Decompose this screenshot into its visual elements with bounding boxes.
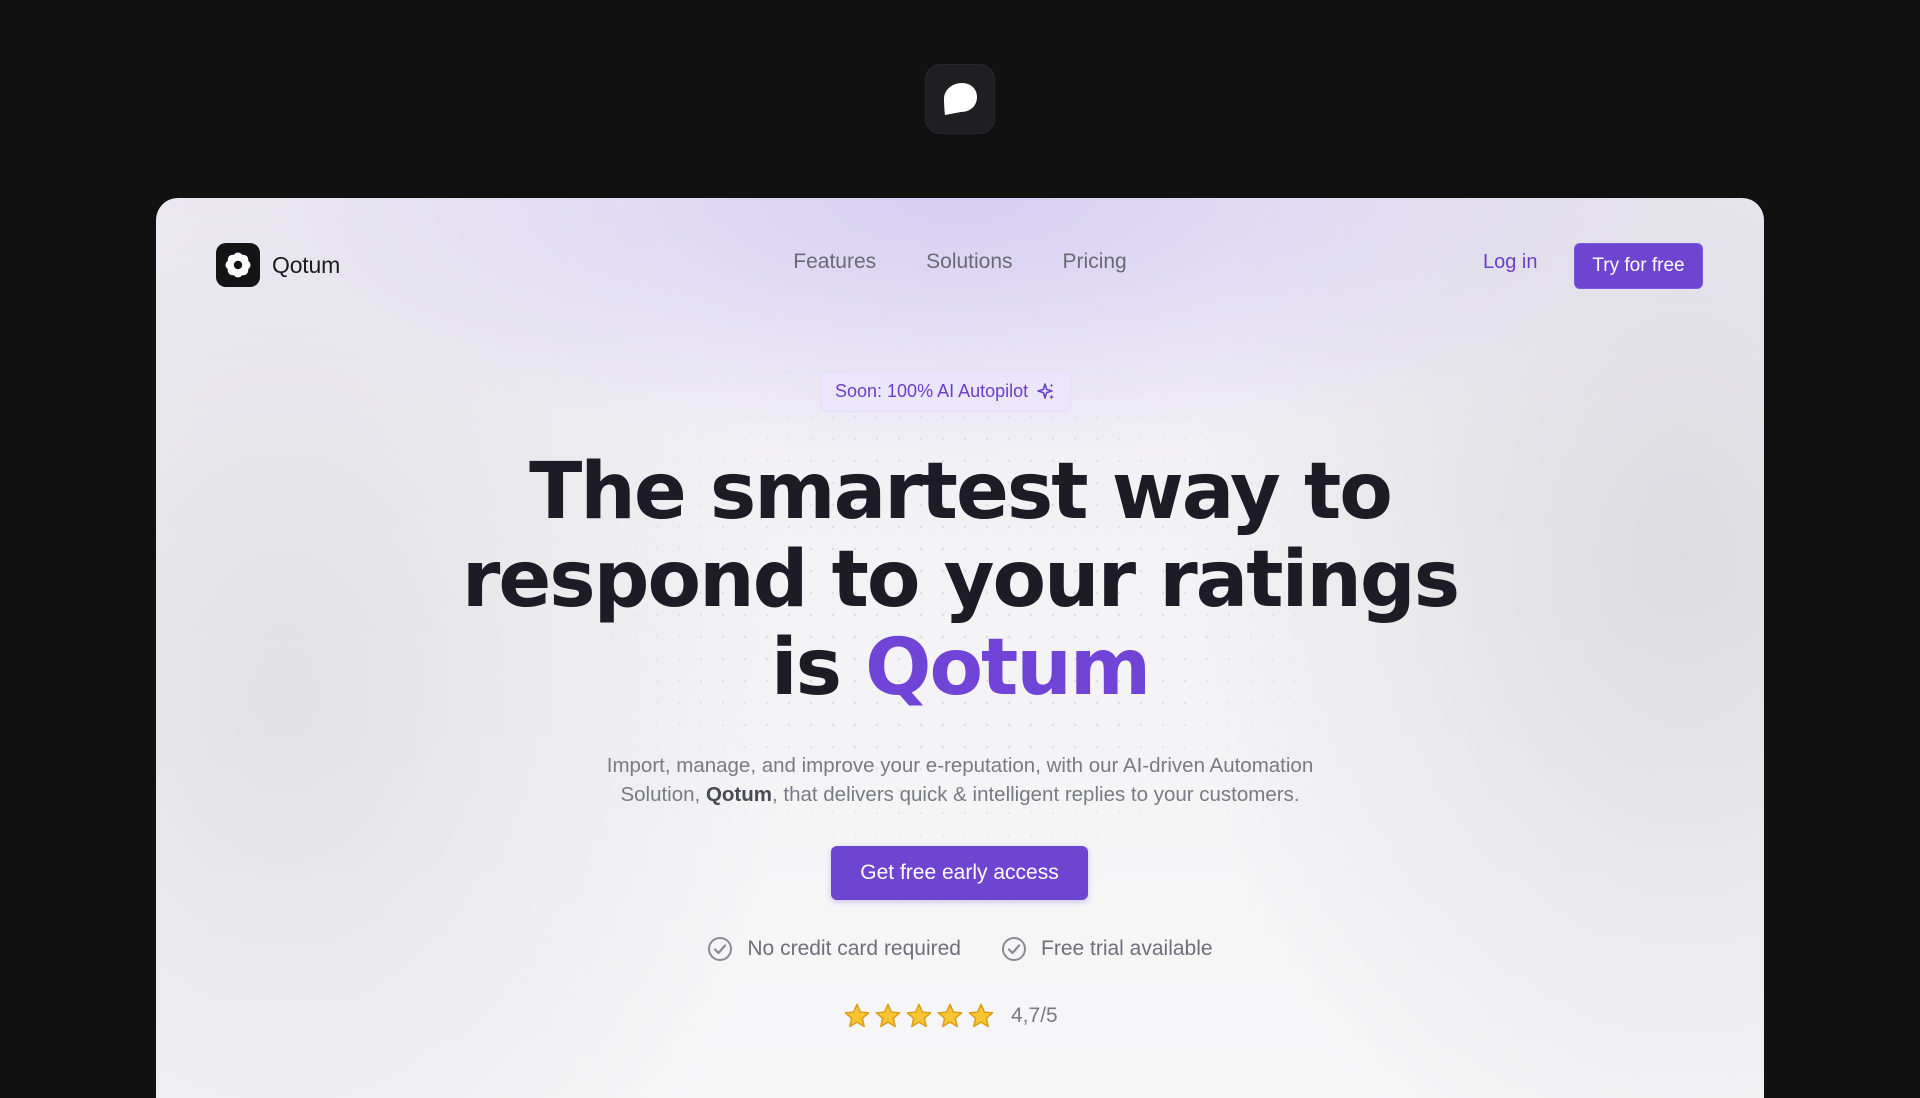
announcement-badge: Soon: 100% AI Autopilot	[820, 371, 1072, 412]
hero-subtitle: Import, manage, and improve your e-reput…	[156, 751, 1764, 809]
try-for-free-button[interactable]: Try for free	[1574, 243, 1703, 289]
login-link[interactable]: Log in	[1483, 251, 1538, 274]
app-logo	[925, 64, 995, 134]
hero-headline: The smartest way to respond to your rati…	[156, 448, 1764, 712]
sparkle-icon	[1037, 382, 1055, 399]
perk-no-credit-card: No credit card required	[707, 936, 961, 962]
subtitle-line-2-end: , that delivers quick & intelligent repl…	[771, 783, 1300, 806]
headline-brand-highlight: Qotum	[865, 623, 1151, 713]
speech-bubble-icon	[944, 83, 977, 115]
headline-line-2: respond to your ratings	[461, 535, 1460, 625]
nav-link-pricing[interactable]: Pricing	[1063, 250, 1127, 274]
perk-free-trial: Free trial available	[1001, 936, 1213, 962]
subtitle-line-1: Import, manage, and improve your e-reput…	[606, 754, 1314, 777]
star-icon	[968, 1003, 994, 1028]
landing-page: Qotum Features Solutions Pricing Log in …	[156, 198, 1764, 1098]
headline-prefix: is	[770, 623, 866, 713]
rating-value: 4,7/5	[1011, 1004, 1058, 1027]
badge-text: Soon: 100% AI Autopilot	[835, 381, 1029, 401]
nav-link-solutions[interactable]: Solutions	[926, 250, 1012, 274]
star-icon	[844, 1003, 870, 1028]
perks-list: No credit card required Free trial avail…	[156, 936, 1764, 962]
star-icon	[937, 1003, 963, 1028]
perk-label: No credit card required	[747, 937, 961, 960]
get-early-access-button[interactable]: Get free early access	[831, 846, 1088, 900]
rating: 4,7/5	[843, 1002, 1058, 1030]
check-circle-icon	[1002, 937, 1026, 961]
check-circle-icon	[708, 937, 733, 961]
subtitle-brand: Qotum	[705, 783, 772, 806]
subtitle-line-2-start: Solution,	[620, 783, 706, 806]
star-rating	[843, 1002, 995, 1030]
nav-link-features[interactable]: Features	[793, 250, 876, 274]
star-icon	[875, 1003, 901, 1028]
star-icon	[906, 1003, 932, 1028]
headline-line-3: is Qotum	[156, 624, 1764, 712]
perk-label: Free trial available	[1041, 937, 1213, 960]
headline-line-1: The smartest way to	[529, 447, 1393, 537]
